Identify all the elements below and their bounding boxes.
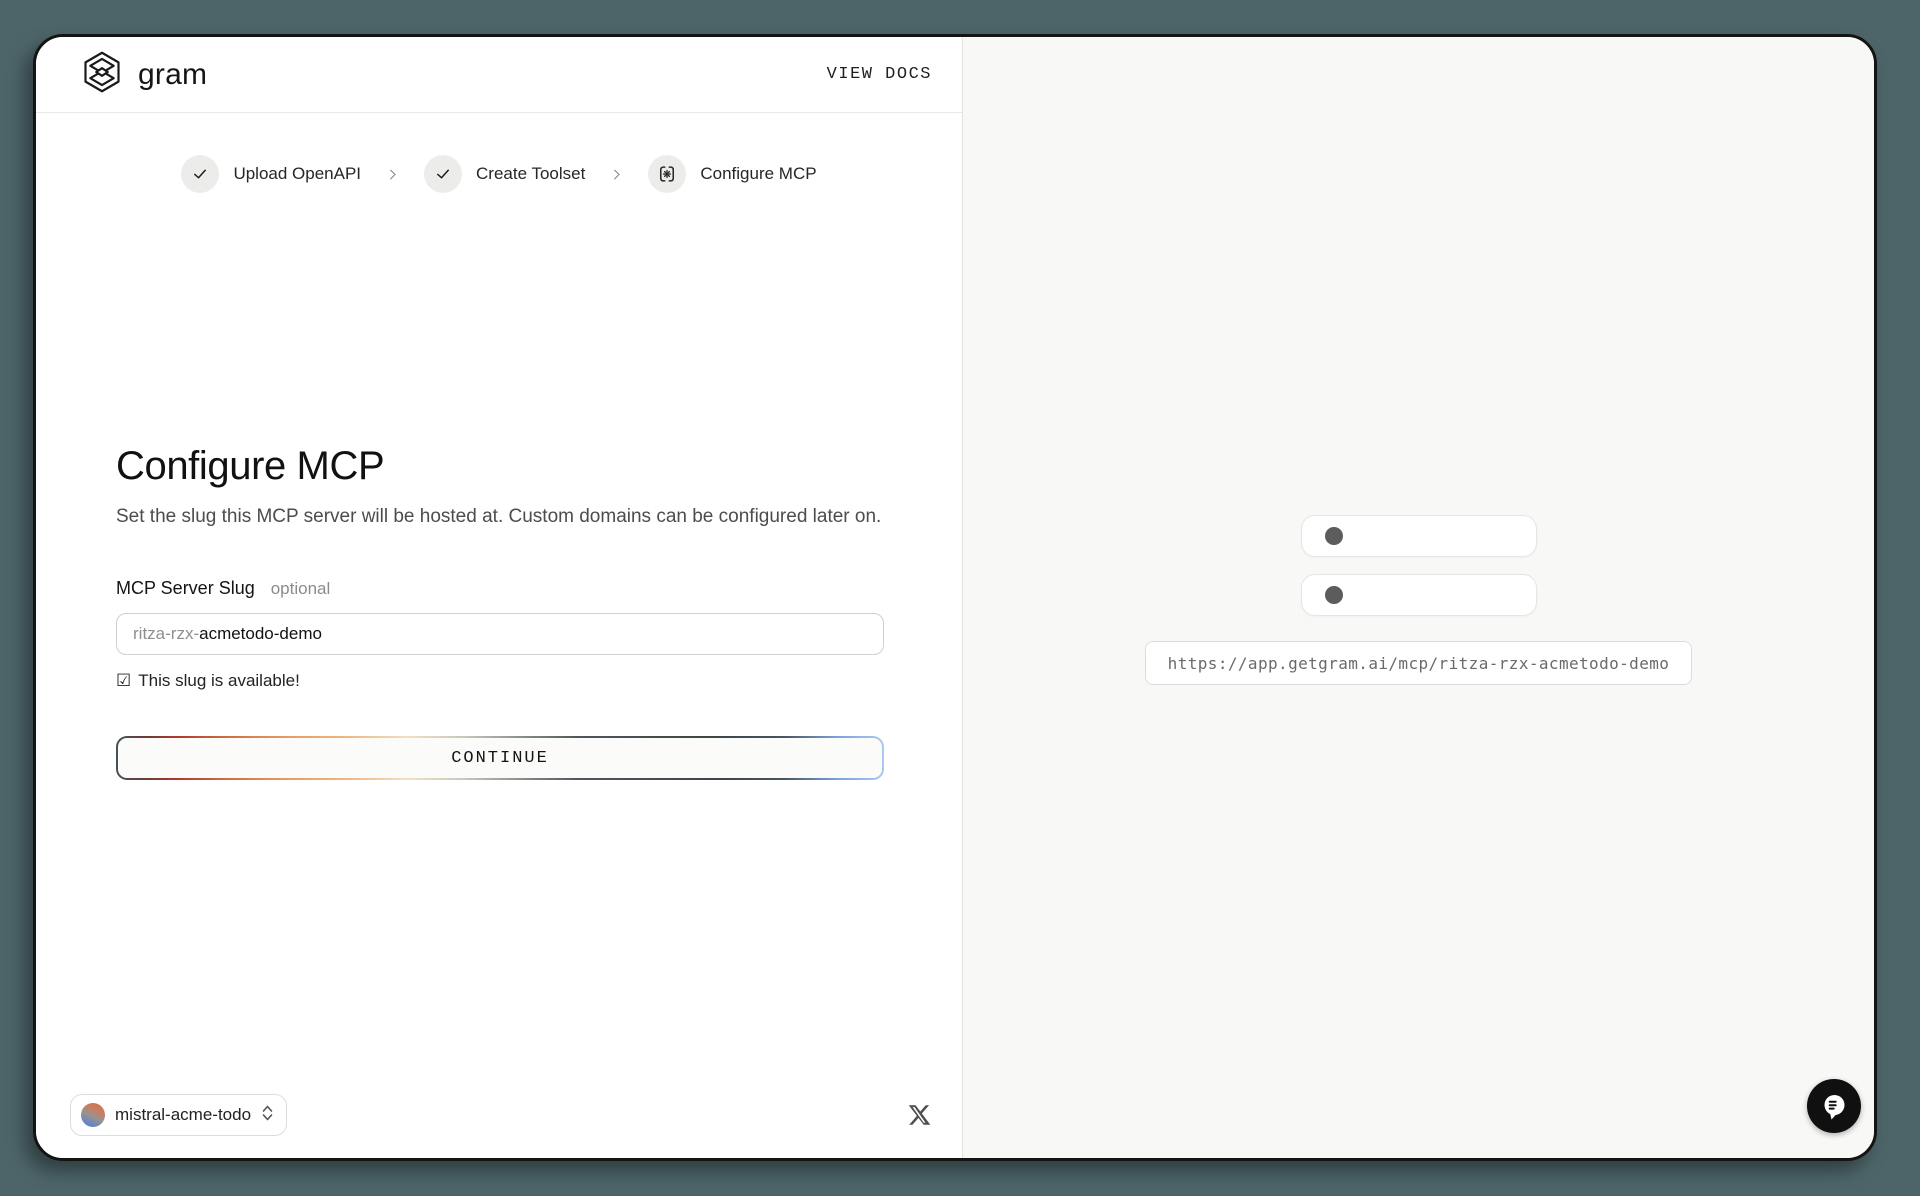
app-header: gram VIEW DOCS xyxy=(36,37,962,113)
step-configure-mcp[interactable]: Configure MCP xyxy=(648,155,816,193)
x-logo-icon xyxy=(907,1103,932,1127)
slug-value-text: acmetodo-demo xyxy=(199,624,322,644)
wizard-footer: mistral-acme-todo xyxy=(36,1094,962,1158)
checkbox-checked-icon: ☑ xyxy=(116,671,131,691)
skeleton-dot-icon xyxy=(1325,586,1343,604)
slug-availability-status: ☑ This slug is available! xyxy=(116,671,884,691)
brand-wordmark: gram xyxy=(138,58,207,92)
brand: gram xyxy=(80,50,207,99)
view-docs-link[interactable]: VIEW DOCS xyxy=(827,65,932,84)
chevron-right-icon xyxy=(609,167,624,182)
x-twitter-link[interactable] xyxy=(907,1103,932,1127)
gram-logo-icon xyxy=(80,50,124,99)
page-subtitle: Set the slug this MCP server will be hos… xyxy=(116,506,884,528)
page-title: Configure MCP xyxy=(116,444,884,489)
check-icon xyxy=(424,155,462,193)
skeleton-card xyxy=(1301,515,1537,557)
mcp-server-slug-input[interactable]: ritza-rzx-acmetodo-demo xyxy=(116,613,884,655)
skeleton-card xyxy=(1301,574,1537,616)
step-label: Create Toolset xyxy=(476,164,585,184)
slug-field-label: MCP Server Slug xyxy=(116,578,255,599)
mcp-preview-pane: https://app.getgram.ai/mcp/ritza-rzx-acm… xyxy=(962,37,1874,1158)
chevron-right-icon xyxy=(385,167,400,182)
wizard-pane: gram VIEW DOCS Upload OpenAPI xyxy=(36,37,962,1158)
step-label: Upload OpenAPI xyxy=(233,164,361,184)
app-window: gram VIEW DOCS Upload OpenAPI xyxy=(33,34,1877,1161)
project-selector-dropdown[interactable]: mistral-acme-todo xyxy=(70,1094,287,1136)
step-upload-openapi[interactable]: Upload OpenAPI xyxy=(181,155,361,193)
select-updown-icon xyxy=(261,1103,274,1128)
mcp-configure-icon xyxy=(648,155,686,193)
configure-mcp-form: Configure MCP Set the slug this MCP serv… xyxy=(116,444,884,780)
slug-field-optional-badge: optional xyxy=(271,579,331,599)
continue-button-label: CONTINUE xyxy=(118,738,882,778)
mcp-url-preview: https://app.getgram.ai/mcp/ritza-rzx-acm… xyxy=(1145,641,1693,685)
continue-button[interactable]: CONTINUE xyxy=(116,736,884,780)
check-icon xyxy=(181,155,219,193)
chat-bubble-icon xyxy=(1819,1091,1849,1121)
step-label: Configure MCP xyxy=(700,164,816,184)
slug-availability-message: This slug is available! xyxy=(138,671,300,691)
step-create-toolset[interactable]: Create Toolset xyxy=(424,155,585,193)
chat-widget-button[interactable] xyxy=(1807,1079,1861,1133)
mcp-preview-stack: https://app.getgram.ai/mcp/ritza-rzx-acm… xyxy=(963,515,1874,685)
project-avatar xyxy=(81,1103,105,1127)
slug-prefix-text: ritza-rzx- xyxy=(133,624,199,644)
slug-field-header: MCP Server Slug optional xyxy=(116,578,884,599)
skeleton-dot-icon xyxy=(1325,527,1343,545)
wizard-stepper: Upload OpenAPI Create Toolset xyxy=(36,155,962,193)
project-selector-value: mistral-acme-todo xyxy=(115,1105,251,1125)
